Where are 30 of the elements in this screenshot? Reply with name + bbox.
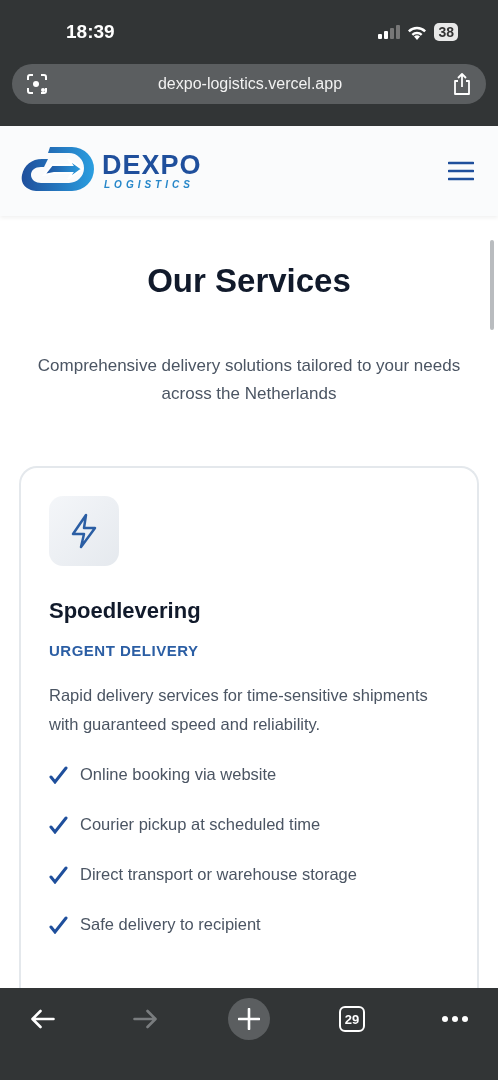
url-text: dexpo-logistics.vercel.app [157,75,343,93]
service-title: Spoedlevering [49,598,202,624]
feature-text: Direct transport or warehouse storage [80,865,357,884]
new-tab-button[interactable] [228,998,270,1040]
check-icon [49,815,68,834]
signal-icon [378,25,401,39]
tab-count-button[interactable]: 29 [339,1006,365,1032]
service-label: URGENT DELIVERY [49,642,200,659]
section-title: Our Services [147,262,351,300]
check-icon [49,765,68,784]
feature-text: Courier pickup at scheduled time [80,815,321,834]
menu-icon[interactable] [448,161,474,181]
feature-text: Safe delivery to recipient [80,915,261,934]
service-description: Rapid delivery services for time-sensitive shipments with guaranteed speed and reliability. [49,685,429,735]
lightning-icon [69,513,99,549]
camera-search-icon[interactable] [26,73,48,95]
status-time: 18:39 [66,21,115,43]
more-icon [441,1015,469,1023]
brand-tagline: LOGISTICS [104,179,195,190]
feature-text: Online booking via website [80,765,277,784]
plus-icon [238,1008,260,1030]
check-icon [49,865,68,884]
scrollbar[interactable] [490,240,494,330]
battery-level: 38 [434,23,458,41]
section-subtitle: Comprehensive delivery solutions tailored to your needs across the Netherlands [36,355,462,405]
brand-name: DEXPO [102,152,202,179]
check-icon [49,915,68,934]
wifi-icon [407,24,428,40]
share-icon[interactable] [452,72,472,96]
address-bar[interactable]: dexpo-logistics.vercel.app [12,64,486,104]
